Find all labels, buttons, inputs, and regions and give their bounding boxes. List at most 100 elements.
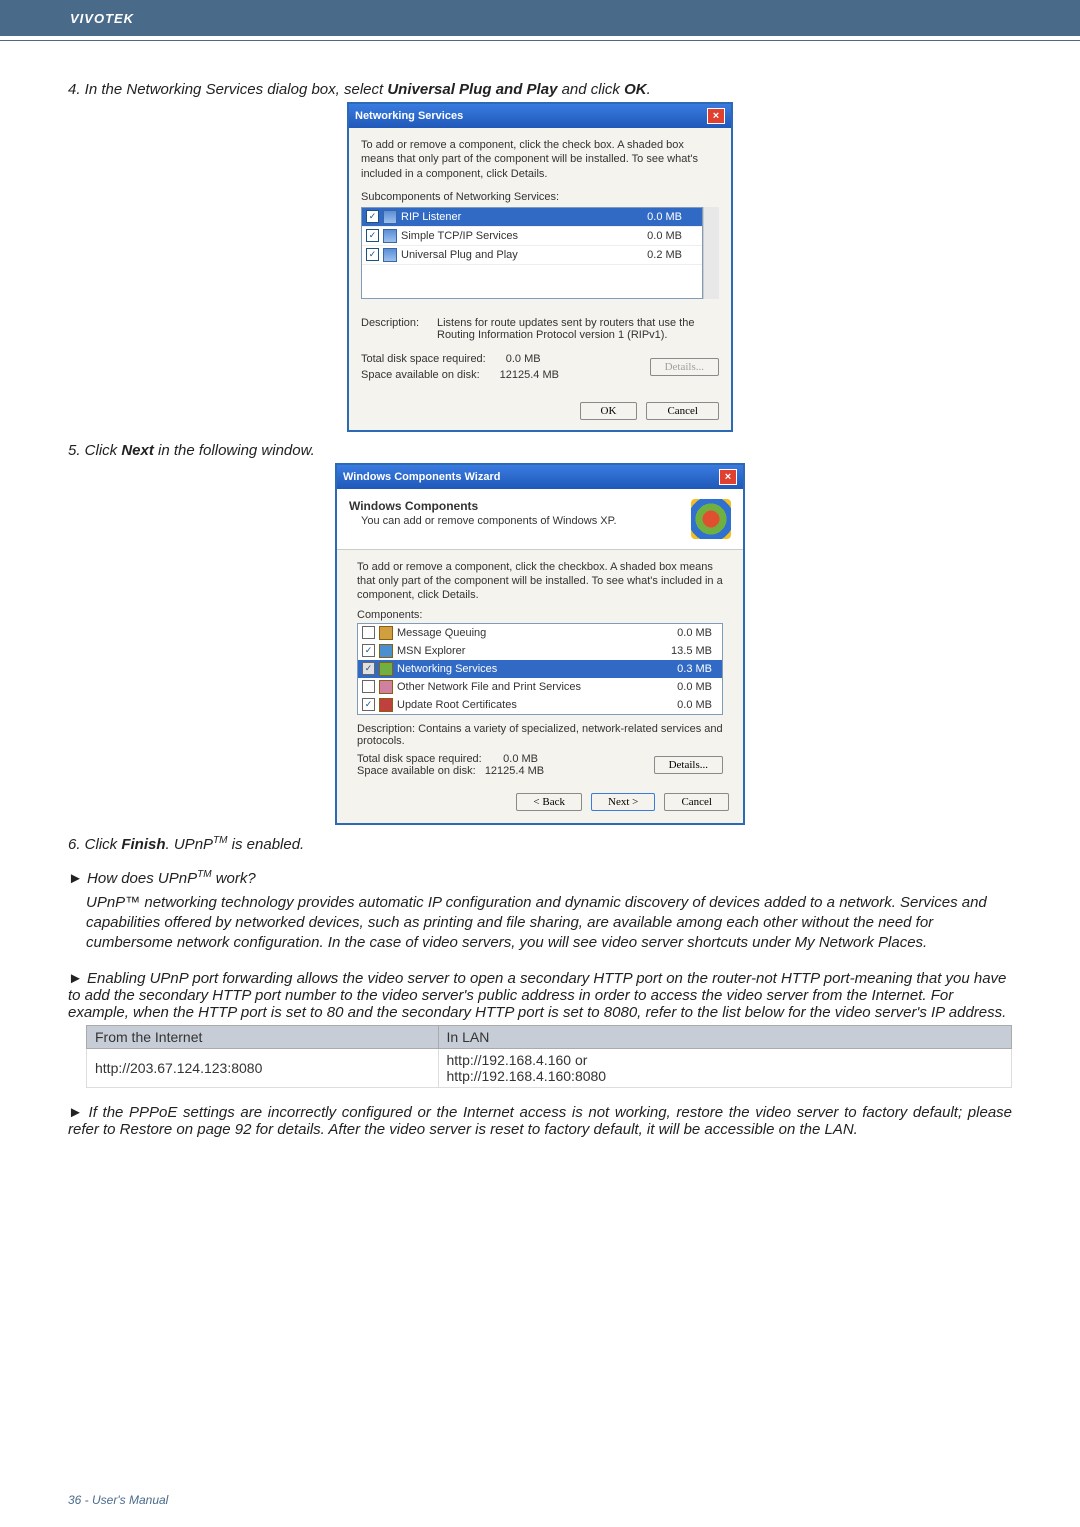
dialog1-body: To add or remove a component, click the … <box>349 128 731 394</box>
list-item-size: 0.0 MB <box>677 681 718 693</box>
dialog2-titlebar: Windows Components Wizard × <box>337 465 743 489</box>
step6-suffix: is enabled. <box>228 836 305 853</box>
faq2-body: Enabling UPnP port forwarding allows the… <box>68 970 1006 1021</box>
cell-internet-url: http://203.67.124.123:8080 <box>87 1048 439 1087</box>
list-item-size: 0.0 MB <box>677 627 718 639</box>
list-item-size: 0.3 MB <box>677 663 718 675</box>
faq-upnp-heading: ► How does UPnPTM work? <box>68 869 1012 887</box>
stats2-left: Total disk space required: 0.0 MB Space … <box>357 753 544 777</box>
details-button[interactable]: Details... <box>650 358 719 376</box>
step-6-text: 6. Click Finish. UPnPTM is enabled. <box>68 835 1012 853</box>
avail-value: 12125.4 MB <box>500 367 559 384</box>
arrow-icon: ► <box>68 1104 83 1121</box>
faq1-head-suffix: work? <box>212 870 256 887</box>
brand-text: VIVOTEK <box>70 11 134 26</box>
page-footer: 36 - User's Manual <box>68 1493 168 1507</box>
checkbox-icon[interactable]: ✓ <box>366 210 379 223</box>
list-item-rip[interactable]: ✓ RIP Listener 0.0 MB <box>362 208 702 227</box>
list-item-rootcerts[interactable]: ✓ Update Root Certificates 0.0 MB <box>358 696 722 714</box>
list-item-msn[interactable]: ✓ MSN Explorer 13.5 MB <box>358 642 722 660</box>
page-content: 4. In the Networking Services dialog box… <box>0 81 1080 1138</box>
list-item-label: Simple TCP/IP Services <box>401 230 518 242</box>
list-item-size: 0.2 MB <box>647 249 698 261</box>
list-item-label: Networking Services <box>397 663 497 675</box>
dialog2-intro: To add or remove a component, click the … <box>357 560 723 603</box>
components-label: Components: <box>357 609 723 621</box>
tm-sup: TM <box>213 835 227 846</box>
stats2-row: Total disk space required: 0.0 MB Space … <box>357 753 723 777</box>
windows-components-wizard-dialog: Windows Components Wizard × Windows Comp… <box>335 463 745 825</box>
list-item-msgqueue[interactable]: Message Queuing 0.0 MB <box>358 624 722 642</box>
cancel-button[interactable]: Cancel <box>664 793 729 811</box>
subcomponents-label: Subcomponents of Networking Services: <box>361 191 719 203</box>
step6-bold: Finish <box>121 836 165 853</box>
dialog1-wrap: Networking Services × To add or remove a… <box>68 102 1012 432</box>
tm-sup: TM <box>197 869 211 880</box>
list-item-other-net[interactable]: Other Network File and Print Services 0.… <box>358 678 722 696</box>
dialog2-buttons: < Back Next > Cancel <box>337 783 743 823</box>
list-item-size: 0.0 MB <box>677 699 718 711</box>
arrow-icon: ► <box>68 870 83 887</box>
step4-bold2: OK <box>624 81 647 98</box>
checkbox-icon[interactable]: ✓ <box>362 662 375 675</box>
req-value: 0.0 MB <box>506 351 541 368</box>
step4-mid: and click <box>557 81 624 98</box>
dialog2-head-title: Windows Components <box>349 499 617 513</box>
close-icon[interactable]: × <box>707 108 725 124</box>
step-4-text: 4. In the Networking Services dialog box… <box>68 81 1012 98</box>
dialog2-body: To add or remove a component, click the … <box>337 550 743 783</box>
col-from-internet: From the Internet <box>87 1025 439 1048</box>
subcomponents-listbox[interactable]: ✓ RIP Listener 0.0 MB ✓ Simple TCP/IP Se… <box>361 207 703 299</box>
table-row: http://203.67.124.123:8080 http://192.16… <box>87 1048 1012 1087</box>
table-header-row: From the Internet In LAN <box>87 1025 1012 1048</box>
component-icon <box>379 626 393 640</box>
faq2-block: ► Enabling UPnP port forwarding allows t… <box>68 970 1012 1021</box>
component-icon <box>383 248 397 262</box>
description-label: Description: <box>361 317 437 341</box>
req2-label: Total disk space required: <box>357 753 482 765</box>
req2-value: 0.0 MB <box>503 753 538 765</box>
checkbox-icon[interactable]: ✓ <box>362 644 375 657</box>
stats-left: Total disk space required:0.0 MB Space a… <box>361 351 559 384</box>
back-button[interactable]: < Back <box>516 793 582 811</box>
details-button[interactable]: Details... <box>654 756 723 774</box>
next-button[interactable]: Next > <box>591 793 655 811</box>
checkbox-icon[interactable]: ✓ <box>366 229 379 242</box>
list-item-label: Message Queuing <box>397 627 486 639</box>
component-icon <box>383 210 397 224</box>
step4-prefix: 4. In the Networking Services dialog box… <box>68 81 387 98</box>
component-icon <box>383 229 397 243</box>
cancel-button[interactable]: Cancel <box>646 402 719 420</box>
step4-bold1: Universal Plug and Play <box>387 81 557 98</box>
close-icon[interactable]: × <box>719 469 737 485</box>
step5-bold: Next <box>121 442 154 459</box>
dialog2-header: Windows Components You can add or remove… <box>337 489 743 550</box>
step5-prefix: 5. Click <box>68 442 121 459</box>
req-label: Total disk space required: <box>361 353 486 365</box>
lan-url-2: http://192.168.4.160:8080 <box>447 1068 1004 1084</box>
list-item-label: MSN Explorer <box>397 645 465 657</box>
scrollbar[interactable] <box>703 207 719 299</box>
list-item-upnp[interactable]: ✓ Universal Plug and Play 0.2 MB <box>362 246 702 265</box>
list-item-tcpip[interactable]: ✓ Simple TCP/IP Services 0.0 MB <box>362 227 702 246</box>
checkbox-icon[interactable]: ✓ <box>362 698 375 711</box>
page-header: VIVOTEK <box>0 0 1080 36</box>
checkbox-icon[interactable] <box>362 680 375 693</box>
checkbox-icon[interactable] <box>362 626 375 639</box>
header-rule <box>0 40 1080 41</box>
dialog2-title-text: Windows Components Wizard <box>343 471 500 483</box>
windows-logo-icon <box>691 499 731 539</box>
list-item-networking[interactable]: ✓ Networking Services 0.3 MB <box>358 660 722 678</box>
checkbox-icon[interactable]: ✓ <box>366 248 379 261</box>
networking-services-dialog: Networking Services × To add or remove a… <box>347 102 733 432</box>
description2-label: Description: <box>357 723 415 735</box>
faq1-body: UPnP™ networking technology provides aut… <box>68 893 1012 954</box>
avail2-value: 12125.4 MB <box>485 765 544 777</box>
ok-button[interactable]: OK <box>580 402 638 420</box>
components-listbox[interactable]: Message Queuing 0.0 MB ✓ MSN Explorer 13… <box>357 623 723 715</box>
step-5-text: 5. Click Next in the following window. <box>68 442 1012 459</box>
step5-suffix: in the following window. <box>154 442 315 459</box>
avail2-label: Space available on disk: <box>357 765 476 777</box>
subcomponents-listwrap: ✓ RIP Listener 0.0 MB ✓ Simple TCP/IP Se… <box>361 207 719 299</box>
description-text: Listens for route updates sent by router… <box>437 317 719 341</box>
